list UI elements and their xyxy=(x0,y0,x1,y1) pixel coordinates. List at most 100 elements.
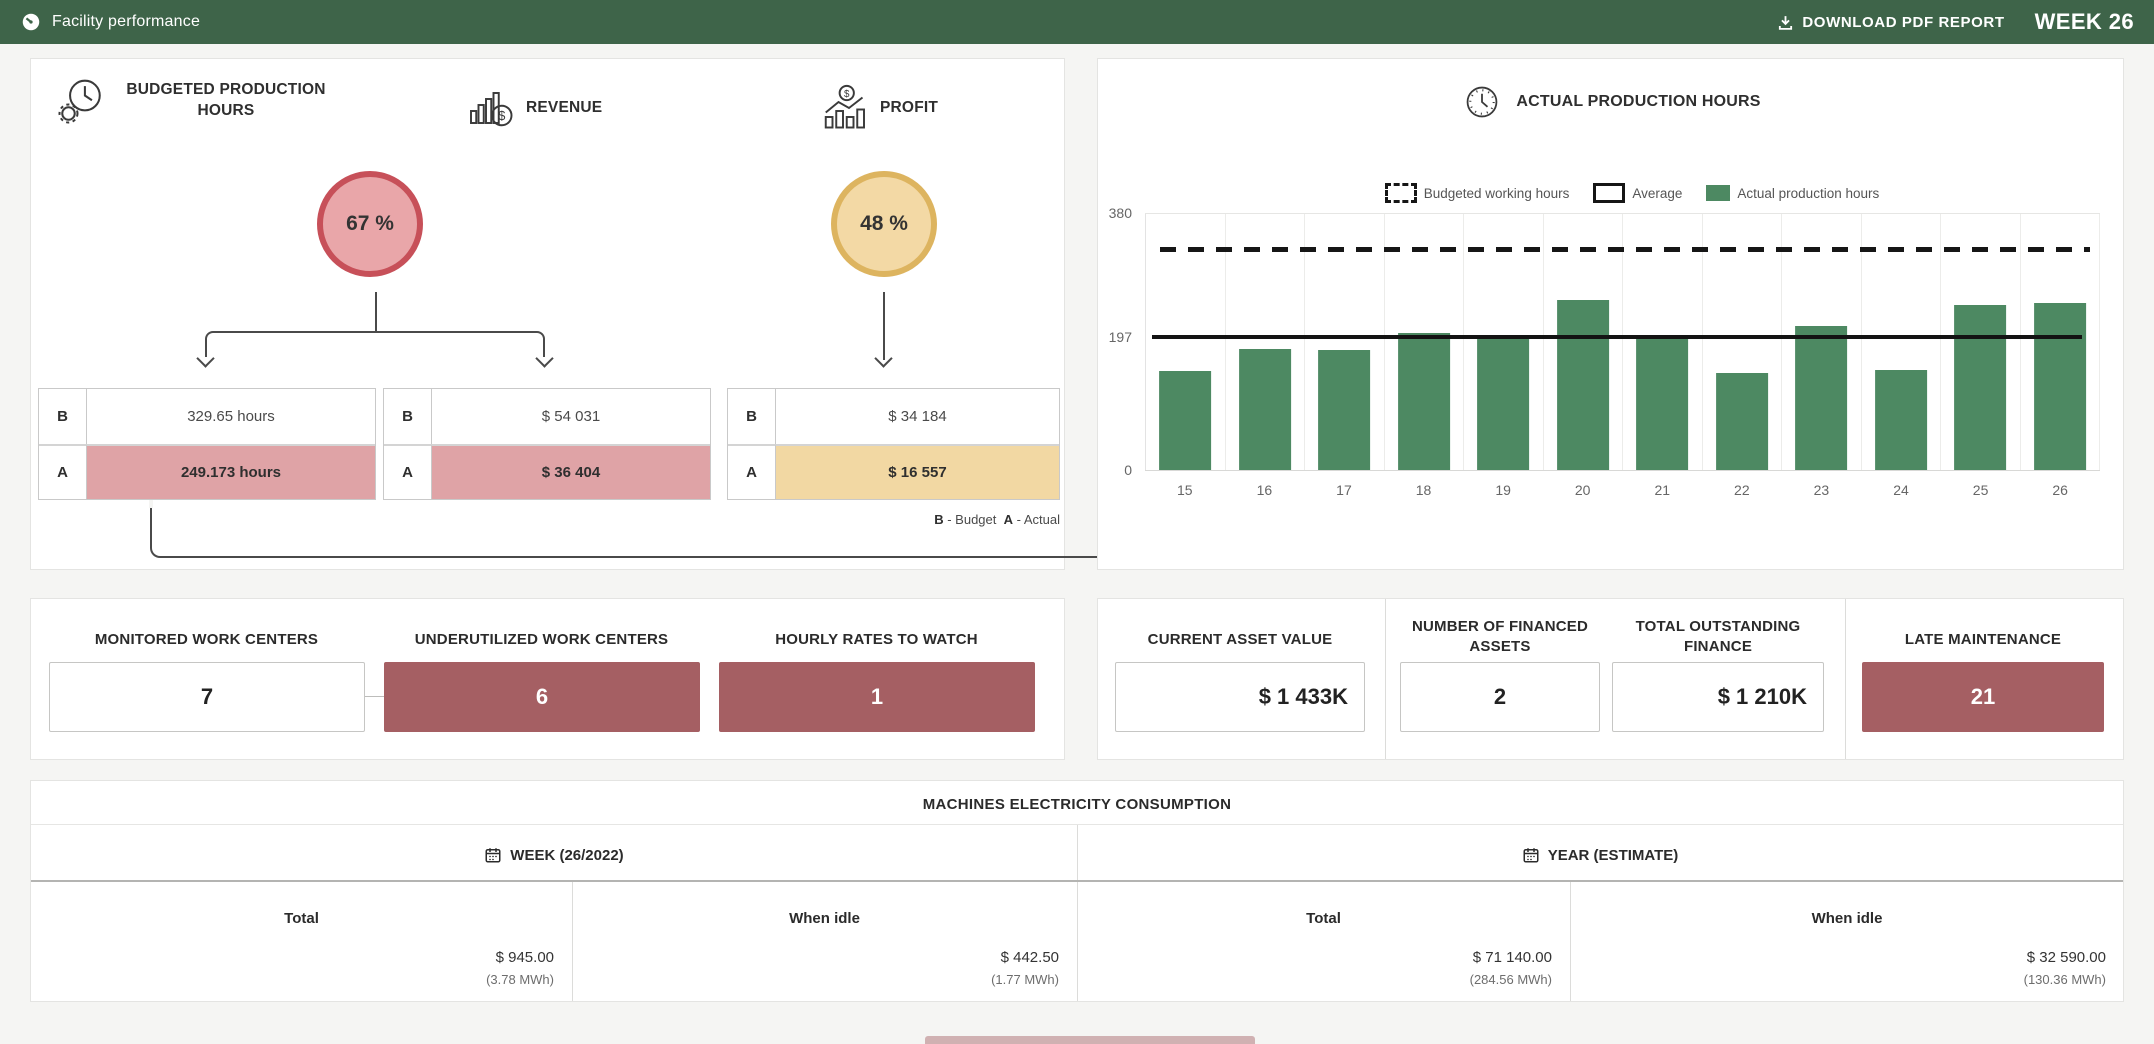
actual-hours-value: 249.173 hours xyxy=(87,444,375,499)
chart-xaxis: 151617181920212223242526 xyxy=(1145,482,2100,498)
late-maintenance-label: LATE MAINTENANCE xyxy=(1862,630,2104,650)
bar-week-16[interactable] xyxy=(1239,349,1291,470)
bar-week-19[interactable] xyxy=(1477,335,1529,470)
legend-budgeted: Budgeted working hours xyxy=(1385,183,1570,203)
profit-header: $ PROFIT xyxy=(822,84,938,132)
cutoff-section-header xyxy=(925,1036,1255,1044)
year-period-label: YEAR (ESTIMATE) xyxy=(1548,847,1679,864)
period-divider xyxy=(1077,825,1078,880)
bar-week-21[interactable] xyxy=(1636,335,1688,470)
row-key-a: A xyxy=(39,444,87,499)
legend-budgeted-label: Budgeted working hours xyxy=(1424,186,1570,201)
bar-week-17[interactable] xyxy=(1318,350,1370,470)
budgeted-hours-title: BUDGETED PRODUCTION HOURS xyxy=(116,80,336,122)
profit-icon: $ xyxy=(822,84,870,132)
assets-divider-1 xyxy=(1385,599,1386,759)
average-line xyxy=(1152,335,2082,339)
revenue-header: $ REVENUE xyxy=(468,84,602,132)
week-idle-label: When idle xyxy=(572,910,1077,927)
svg-text:$: $ xyxy=(498,108,505,123)
financed-assets-value: 2 xyxy=(1494,684,1506,710)
profit-ratio-gauge: 48 % xyxy=(831,171,937,277)
week-period-label: WEEK (26/2022) xyxy=(510,847,623,864)
kpi-connector-line xyxy=(365,696,384,697)
year-total-money: $ 71 140.00 xyxy=(1077,949,1570,966)
x-axis-line xyxy=(1145,470,2100,471)
profit-ratio-value: 48 % xyxy=(860,212,908,236)
monitored-wc-box[interactable]: 7 xyxy=(49,662,365,732)
bar-week-25[interactable] xyxy=(1954,305,2006,470)
x-tick-23: 23 xyxy=(1782,482,1862,498)
week-total-label: Total xyxy=(31,910,572,927)
x-tick-15: 15 xyxy=(1145,482,1225,498)
budget-utilization-gauge: 67 % xyxy=(317,171,423,277)
app-title: Facility performance xyxy=(52,13,200,31)
tachometer-icon xyxy=(20,11,42,33)
outstanding-finance-label: TOTAL OUTSTANDING FINANCE xyxy=(1612,617,1824,658)
top-bar: Facility performance DOWNLOAD PDF REPORT… xyxy=(0,0,2154,44)
year-total-column: Total $ 71 140.00 (284.56 MWh) xyxy=(1077,910,1570,987)
bar-week-24[interactable] xyxy=(1875,370,1927,470)
x-tick-16: 16 xyxy=(1225,482,1305,498)
hourly-rates-label: HOURLY RATES TO WATCH xyxy=(719,630,1034,650)
late-maintenance-box[interactable]: 21 xyxy=(1862,662,2104,732)
actual-profit-value: $ 16 557 xyxy=(776,444,1059,499)
assets-divider-2 xyxy=(1845,599,1846,759)
x-tick-19: 19 xyxy=(1463,482,1543,498)
row-key-a: A xyxy=(728,444,776,499)
year-idle-column: When idle $ 32 590.00 (130.36 MWh) xyxy=(1570,910,2124,987)
x-tick-17: 17 xyxy=(1304,482,1384,498)
monitored-wc-label: MONITORED WORK CENTERS xyxy=(49,630,364,650)
underutilized-wc-box[interactable]: 6 xyxy=(384,662,700,732)
chart-header: ACTUAL PRODUCTION HOURS xyxy=(1097,80,2124,124)
bar-week-22[interactable] xyxy=(1716,373,1768,470)
download-icon xyxy=(1777,14,1794,31)
bar-week-23[interactable] xyxy=(1795,326,1847,470)
budget-utilization-value: 67 % xyxy=(346,212,394,236)
asset-value-label: CURRENT ASSET VALUE xyxy=(1115,630,1365,650)
connector-mask xyxy=(149,500,153,508)
x-tick-26: 26 xyxy=(2020,482,2100,498)
x-tick-21: 21 xyxy=(1622,482,1702,498)
svg-text:$: $ xyxy=(844,89,850,100)
clock-gear-icon xyxy=(56,76,106,126)
budgeted-hours-table: B 329.65 hours A 249.173 hours xyxy=(38,388,376,500)
y-tick-0: 0 xyxy=(1124,462,1132,478)
x-tick-24: 24 xyxy=(1861,482,1941,498)
calendar-icon xyxy=(484,846,502,864)
budget-revenue-value: $ 54 031 xyxy=(432,389,710,444)
bar-week-26[interactable] xyxy=(2034,303,2086,470)
profit-table: B $ 34 184 A $ 16 557 xyxy=(727,388,1060,500)
asset-value-box[interactable]: $ 1 433K xyxy=(1115,662,1365,732)
year-total-label: Total xyxy=(1077,910,1570,927)
legend-average: Average xyxy=(1593,183,1682,203)
week-total-money: $ 945.00 xyxy=(31,949,572,966)
bar-week-20[interactable] xyxy=(1557,300,1609,470)
hourly-rates-box[interactable]: 1 xyxy=(719,662,1035,732)
download-pdf-label: DOWNLOAD PDF REPORT xyxy=(1802,14,2004,31)
bar-week-18[interactable] xyxy=(1398,333,1450,470)
gauge-connector-fork xyxy=(205,331,545,357)
legend-actual-label: Actual production hours xyxy=(1737,186,1879,201)
asset-value: $ 1 433K xyxy=(1259,684,1348,710)
budgeted-hours-header: BUDGETED PRODUCTION HOURS xyxy=(56,76,336,126)
x-tick-22: 22 xyxy=(1702,482,1782,498)
financed-assets-box[interactable]: 2 xyxy=(1400,662,1600,732)
budget-hours-value: 329.65 hours xyxy=(87,389,375,444)
revenue-table: B $ 54 031 A $ 36 404 xyxy=(383,388,711,500)
download-pdf-button[interactable]: DOWNLOAD PDF REPORT xyxy=(1777,14,2004,31)
solid-line-swatch xyxy=(1593,183,1625,203)
dashed-line-swatch xyxy=(1385,183,1417,203)
outstanding-finance-value: $ 1 210K xyxy=(1718,684,1807,710)
underutilized-wc-value: 6 xyxy=(536,684,548,710)
clock-icon xyxy=(1460,80,1504,124)
year-total-energy: (284.56 MWh) xyxy=(1077,972,1570,987)
outstanding-finance-box[interactable]: $ 1 210K xyxy=(1612,662,1824,732)
week-idle-money: $ 442.50 xyxy=(572,949,1077,966)
week-idle-column: When idle $ 442.50 (1.77 MWh) xyxy=(572,910,1077,987)
calendar-icon xyxy=(1522,846,1540,864)
gauge-connector-stem xyxy=(375,292,377,332)
x-tick-18: 18 xyxy=(1384,482,1464,498)
year-idle-money: $ 32 590.00 xyxy=(1570,949,2124,966)
bar-week-15[interactable] xyxy=(1159,371,1211,470)
